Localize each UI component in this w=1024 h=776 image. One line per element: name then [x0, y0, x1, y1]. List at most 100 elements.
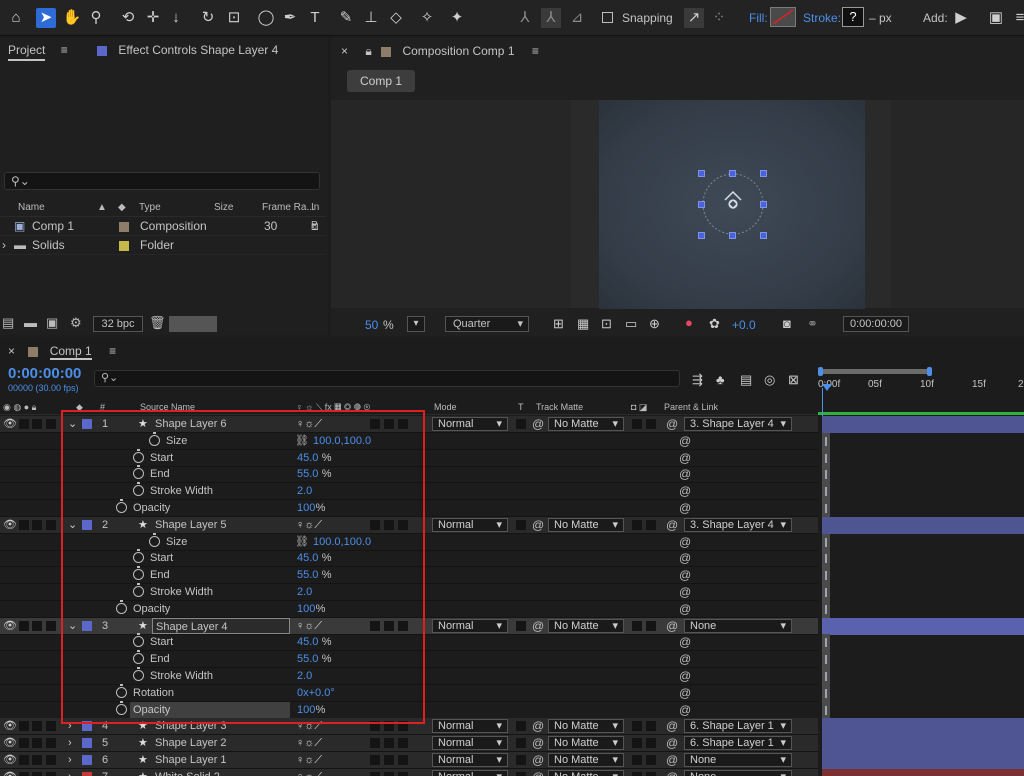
- timeline-property-row[interactable]: Rotation 0x+0.0° @: [0, 684, 818, 702]
- eye-visibility-icon[interactable]: 👁︎: [3, 718, 17, 734]
- parent-dropdown[interactable]: None: [684, 753, 792, 767]
- lock-toggle[interactable]: [46, 738, 56, 748]
- switch-toggle[interactable]: [384, 621, 394, 631]
- zoom-dropdown[interactable]: ▾: [407, 316, 425, 332]
- work-area-end-handle[interactable]: [927, 367, 932, 376]
- transform-handle[interactable]: [760, 170, 767, 177]
- stopwatch-icon[interactable]: [116, 499, 127, 513]
- col-track-matte[interactable]: Track Matte: [536, 399, 583, 415]
- switch-toggle[interactable]: [398, 772, 408, 776]
- resolution-dropdown[interactable]: Quarter ▾: [445, 316, 529, 332]
- solo-toggle[interactable]: [32, 755, 42, 765]
- col-frame-rate[interactable]: Frame Ra...: [262, 199, 315, 217]
- switch-toggle[interactable]: [384, 520, 394, 530]
- property-value[interactable]: 2.0: [297, 584, 312, 600]
- col-mode[interactable]: Mode: [434, 399, 457, 415]
- timeline-layer-row[interactable]: 👁︎ ⌄ 1 ★ Shape Layer 6 ♀☼⟋ Normal @ No Matte @3. …: [0, 416, 818, 433]
- col-preserve-transparency[interactable]: T: [518, 399, 524, 415]
- expand-arrow-icon[interactable]: ›: [68, 769, 72, 776]
- orbit-camera-icon[interactable]: ⟲: [118, 8, 138, 28]
- timeline-layer-row[interactable]: 👁︎ ⌄ 2 ★ Shape Layer 5 ♀☼⟋ Normal @ No Matte @3. …: [0, 517, 818, 534]
- local-axis-icon[interactable]: ⅄: [515, 8, 535, 28]
- keyframe-marker-icon[interactable]: [822, 550, 830, 567]
- matte-alpha-toggle[interactable]: [632, 621, 642, 631]
- property-value[interactable]: 100.0,100.0: [313, 534, 371, 550]
- property-value[interactable]: 45.0: [297, 634, 318, 650]
- timeline-search-input[interactable]: ⚲⌄: [94, 370, 680, 387]
- keyframe-marker-icon[interactable]: [822, 500, 830, 517]
- lock-toggle[interactable]: [46, 520, 56, 530]
- layer-name[interactable]: Shape Layer 6: [155, 416, 227, 432]
- motion-blur-icon[interactable]: ◎: [764, 372, 775, 388]
- blend-mode-dropdown[interactable]: Normal: [432, 619, 508, 633]
- transform-handle[interactable]: [729, 232, 736, 239]
- layer-duration-bar[interactable]: [822, 769, 1024, 776]
- zoom-value[interactable]: 50: [365, 318, 378, 332]
- brush-tool-icon[interactable]: ✎: [336, 8, 356, 28]
- parent-dropdown[interactable]: 3. Shape Layer 4: [684, 417, 792, 431]
- keyframe-marker-icon[interactable]: [822, 567, 830, 584]
- layer-switches-icons[interactable]: ♀☼⟋: [296, 752, 322, 768]
- switch-toggle[interactable]: [370, 520, 380, 530]
- solo-toggle[interactable]: [32, 721, 42, 731]
- label-tag-icon[interactable]: ◆: [118, 199, 126, 217]
- solo-toggle[interactable]: [32, 738, 42, 748]
- audio-toggle[interactable]: [19, 520, 29, 530]
- col-size[interactable]: Size: [214, 199, 233, 217]
- expression-pickwhip-icon[interactable]: @: [679, 500, 691, 516]
- frame-blending-icon[interactable]: ▤: [740, 372, 752, 388]
- timeline-property-row[interactable]: Stroke Width 2.0 @: [0, 583, 818, 601]
- switch-toggle[interactable]: [384, 721, 394, 731]
- switch-toggle[interactable]: [398, 520, 408, 530]
- overflow-icon[interactable]: ≡: [1010, 8, 1024, 28]
- matte-alpha-toggle[interactable]: [632, 520, 642, 530]
- matte-alpha-toggle[interactable]: [632, 721, 642, 731]
- stopwatch-icon[interactable]: [133, 482, 144, 496]
- transform-handle[interactable]: [698, 232, 705, 239]
- eye-visibility-icon[interactable]: 👁︎: [3, 618, 17, 634]
- solo-toggle[interactable]: [32, 520, 42, 530]
- layer-switches-icons[interactable]: ♀☼⟋: [296, 517, 322, 533]
- property-value[interactable]: 2.0: [297, 483, 312, 499]
- layer-label-swatch[interactable]: [82, 755, 92, 765]
- layer-duration-bar[interactable]: [822, 752, 1024, 769]
- switch-toggle[interactable]: [370, 721, 380, 731]
- eye-visibility-icon[interactable]: 👁︎: [3, 517, 17, 533]
- property-value[interactable]: 0x+0.0°: [297, 685, 335, 701]
- timeline-property-row[interactable]: Stroke Width 2.0 @: [0, 482, 818, 500]
- stopwatch-icon[interactable]: [133, 465, 144, 479]
- project-item-comp1[interactable]: ▣ Comp 1 Composition 30 ⧈: [0, 217, 326, 236]
- add-play-icon[interactable]: ▶: [951, 8, 971, 28]
- stopwatch-icon[interactable]: [133, 566, 144, 580]
- timeline-property-row[interactable]: Stroke Width 2.0 @: [0, 667, 818, 685]
- switch-toggle[interactable]: [384, 755, 394, 765]
- label-column-icon[interactable]: ◆: [76, 399, 83, 415]
- expression-pickwhip-icon[interactable]: @: [679, 550, 691, 566]
- close-tab-icon[interactable]: ×: [8, 344, 15, 358]
- matte-alpha-toggle[interactable]: [632, 738, 642, 748]
- preserve-transparency-toggle[interactable]: [516, 772, 526, 776]
- layer-switches-icons[interactable]: ♀☼⟋: [296, 618, 322, 634]
- timeline-property-row[interactable]: Opacity 100% @: [0, 701, 818, 719]
- stopwatch-icon[interactable]: [116, 701, 127, 715]
- property-value[interactable]: 45.0: [297, 550, 318, 566]
- matte-pickwhip-icon[interactable]: @: [532, 618, 544, 634]
- track-matte-dropdown[interactable]: No Matte: [548, 753, 624, 767]
- timeline-layer-row[interactable]: 👁︎ › 7 ★ White Solid 2 ♀☼⟋ Normal @ No Matte @ Non…: [0, 769, 818, 776]
- project-search-input[interactable]: ⚲⌄: [4, 172, 320, 190]
- expression-pickwhip-icon[interactable]: @: [679, 466, 691, 482]
- dolly-camera-icon[interactable]: ↓: [166, 8, 186, 28]
- layer-switches-icons[interactable]: ♀☼⟋: [296, 718, 322, 734]
- flowchart-icon[interactable]: ⧈: [311, 217, 319, 236]
- world-axis-icon[interactable]: ⅄: [541, 8, 561, 28]
- blend-mode-dropdown[interactable]: Normal: [432, 736, 508, 750]
- keyframe-marker-icon[interactable]: [822, 651, 830, 668]
- parent-pickwhip-icon[interactable]: @: [666, 517, 678, 533]
- ellipse-tool-icon[interactable]: ◯: [256, 8, 276, 28]
- snapping-checkbox[interactable]: [602, 12, 613, 23]
- timeline-layer-row[interactable]: 👁︎ › 5 ★ Shape Layer 2 ♀☼⟋ Normal @ No Matte @6. …: [0, 735, 818, 752]
- layer-switches-icons[interactable]: ♀☼⟋: [296, 769, 322, 776]
- blend-mode-dropdown[interactable]: Normal: [432, 518, 508, 532]
- preserve-transparency-toggle[interactable]: [516, 520, 526, 530]
- parent-dropdown[interactable]: None: [684, 619, 792, 633]
